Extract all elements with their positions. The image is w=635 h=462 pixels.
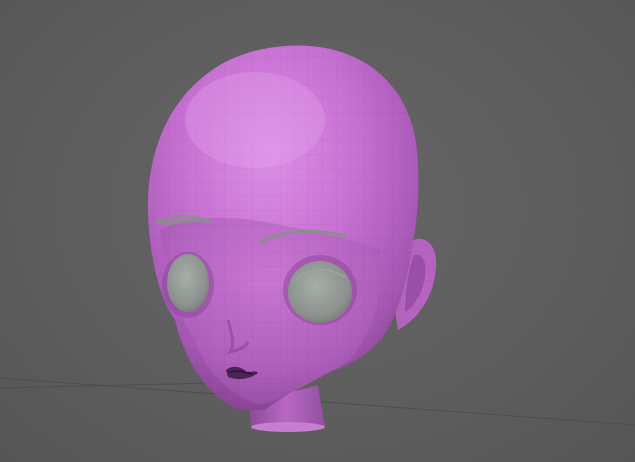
viewport-scene[interactable] bbox=[0, 0, 635, 462]
left-eye bbox=[167, 254, 209, 312]
3d-viewport[interactable] bbox=[0, 0, 635, 462]
neck-cut bbox=[251, 422, 325, 432]
head-mesh[interactable] bbox=[140, 35, 440, 435]
